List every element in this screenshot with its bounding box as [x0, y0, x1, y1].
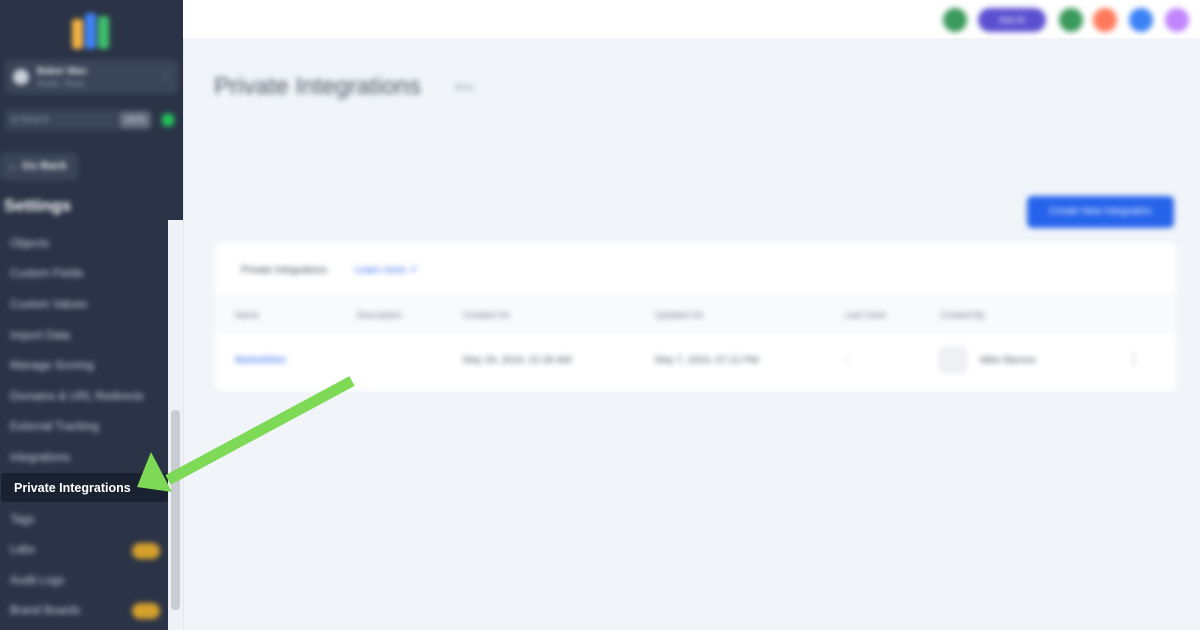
annotation-arrow-icon — [137, 376, 355, 492]
